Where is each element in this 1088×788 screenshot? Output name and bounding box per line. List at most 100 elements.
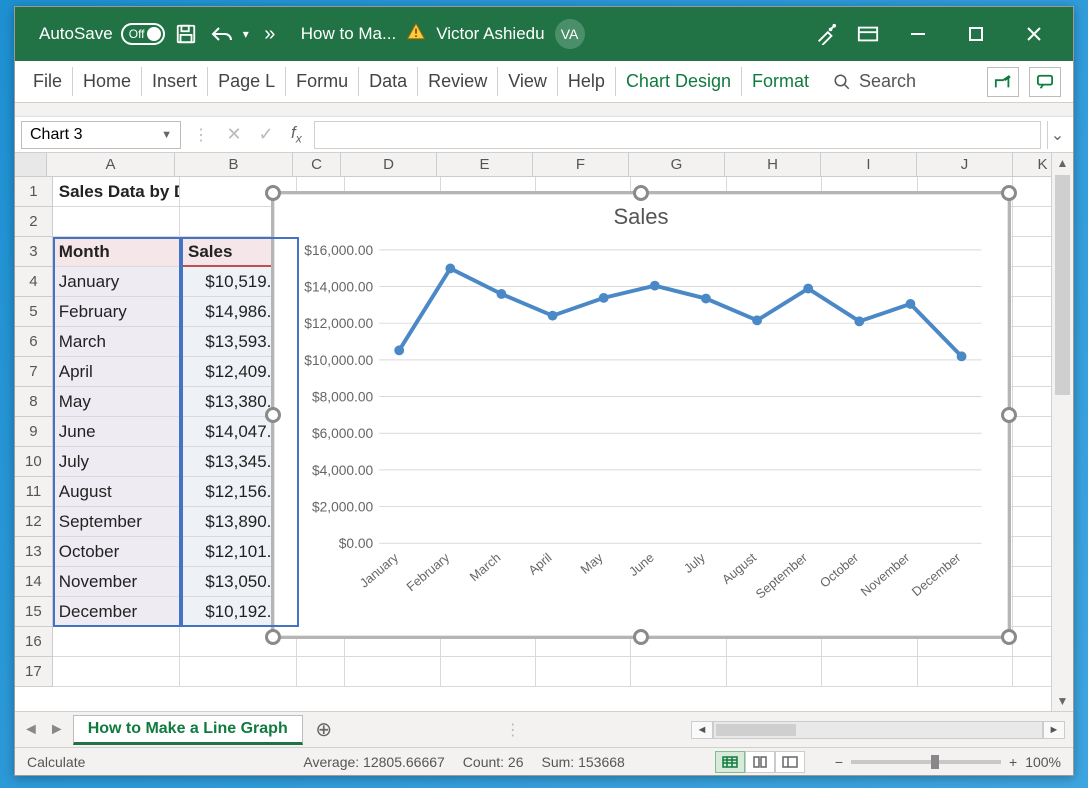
vertical-scrollbar[interactable]: ▲ ▼ bbox=[1051, 153, 1073, 711]
qat-overflow-icon[interactable]: » bbox=[255, 19, 285, 49]
vscroll-thumb[interactable] bbox=[1055, 175, 1070, 395]
row-header-9[interactable]: 9 bbox=[15, 417, 53, 447]
chart-handle-ml[interactable] bbox=[265, 407, 281, 423]
cell-A11[interactable]: August bbox=[53, 477, 180, 507]
row-header-5[interactable]: 5 bbox=[15, 297, 53, 327]
select-all-corner[interactable] bbox=[15, 153, 47, 176]
comments-button[interactable] bbox=[1029, 67, 1061, 97]
cell-A9[interactable]: June bbox=[53, 417, 180, 447]
view-page-break-button[interactable] bbox=[775, 751, 805, 773]
zoom-out-icon[interactable]: − bbox=[835, 754, 843, 770]
chart-handle-bl[interactable] bbox=[265, 629, 281, 645]
cell-F17[interactable] bbox=[536, 657, 631, 687]
chart-handle-tl[interactable] bbox=[265, 185, 281, 201]
tab-insert[interactable]: Insert bbox=[142, 61, 207, 102]
cell-A4[interactable]: January bbox=[53, 267, 180, 297]
close-button[interactable] bbox=[1011, 7, 1057, 61]
row-header-3[interactable]: 3 bbox=[15, 237, 53, 267]
user-avatar[interactable]: VA bbox=[555, 19, 585, 49]
hscroll-left-icon[interactable]: ◄ bbox=[691, 721, 713, 739]
zoom-control[interactable]: − + 100% bbox=[835, 754, 1061, 770]
cell-D17[interactable] bbox=[345, 657, 440, 687]
cell-A6[interactable]: March bbox=[53, 327, 180, 357]
tab-chart-design[interactable]: Chart Design bbox=[616, 61, 741, 102]
row-header-7[interactable]: 7 bbox=[15, 357, 53, 387]
fx-icon[interactable]: fx bbox=[285, 123, 308, 145]
scroll-down-icon[interactable]: ▼ bbox=[1052, 691, 1073, 711]
cell-B17[interactable] bbox=[180, 657, 297, 687]
chart-title[interactable]: Sales bbox=[274, 204, 1008, 230]
compatibility-warning-icon[interactable] bbox=[406, 22, 426, 47]
row-header-13[interactable]: 13 bbox=[15, 537, 53, 567]
row-header-14[interactable]: 14 bbox=[15, 567, 53, 597]
chart-object[interactable]: Sales $0.00$2,000.00$4,000.00$6,000.00$8… bbox=[271, 191, 1011, 639]
minimize-button[interactable] bbox=[895, 7, 941, 61]
undo-dropdown-caret[interactable]: ▾ bbox=[243, 27, 249, 41]
row-header-11[interactable]: 11 bbox=[15, 477, 53, 507]
save-icon[interactable] bbox=[171, 19, 201, 49]
tab-help[interactable]: Help bbox=[558, 61, 615, 102]
column-header-D[interactable]: D bbox=[341, 153, 437, 176]
cell-A3[interactable]: Month bbox=[53, 237, 180, 267]
row-header-6[interactable]: 6 bbox=[15, 327, 53, 357]
row-header-16[interactable]: 16 bbox=[15, 627, 53, 657]
cell-J17[interactable] bbox=[918, 657, 1013, 687]
share-button[interactable] bbox=[987, 67, 1019, 97]
cell-A5[interactable]: February bbox=[53, 297, 180, 327]
name-box-dropdown-icon[interactable]: ▼ bbox=[161, 129, 172, 141]
name-box[interactable]: Chart 3 ▼ bbox=[21, 121, 181, 149]
tab-review[interactable]: Review bbox=[418, 61, 497, 102]
tab-data[interactable]: Data bbox=[359, 61, 417, 102]
maximize-button[interactable] bbox=[953, 7, 999, 61]
hscroll-right-icon[interactable]: ► bbox=[1043, 721, 1065, 739]
cell-A17[interactable] bbox=[53, 657, 180, 687]
tell-me-search[interactable]: Search bbox=[833, 61, 916, 102]
chart-handle-tr[interactable] bbox=[1001, 185, 1017, 201]
sheet-nav[interactable]: ◄ ► bbox=[23, 721, 65, 739]
row-header-12[interactable]: 12 bbox=[15, 507, 53, 537]
coming-soon-icon[interactable] bbox=[811, 19, 841, 49]
chart-plot-area[interactable]: $0.00$2,000.00$4,000.00$6,000.00$8,000.0… bbox=[288, 240, 994, 622]
hscroll-track[interactable] bbox=[713, 721, 1043, 739]
view-page-layout-button[interactable] bbox=[745, 751, 775, 773]
horizontal-scrollbar[interactable]: ◄ ► bbox=[691, 721, 1065, 739]
cell-A2[interactable] bbox=[53, 207, 180, 237]
column-header-C[interactable]: C bbox=[293, 153, 341, 176]
cell-A1[interactable]: Sales Data by Date bbox=[53, 177, 180, 207]
cell-A7[interactable]: April bbox=[53, 357, 180, 387]
column-header-H[interactable]: H bbox=[725, 153, 821, 176]
column-header-G[interactable]: G bbox=[629, 153, 725, 176]
row-header-2[interactable]: 2 bbox=[15, 207, 53, 237]
chart-handle-br[interactable] bbox=[1001, 629, 1017, 645]
row-header-1[interactable]: 1 bbox=[15, 177, 53, 207]
tab-page-l[interactable]: Page L bbox=[208, 61, 285, 102]
zoom-in-icon[interactable]: + bbox=[1009, 754, 1017, 770]
cell-A16[interactable] bbox=[53, 627, 180, 657]
cell-A8[interactable]: May bbox=[53, 387, 180, 417]
column-header-A[interactable]: A bbox=[47, 153, 175, 176]
cell-G17[interactable] bbox=[631, 657, 726, 687]
autosave-control[interactable]: AutoSave Off bbox=[39, 23, 165, 45]
column-header-F[interactable]: F bbox=[533, 153, 629, 176]
sheet-prev-icon[interactable]: ◄ bbox=[23, 721, 39, 739]
cell-I17[interactable] bbox=[822, 657, 917, 687]
chart-handle-bc[interactable] bbox=[633, 629, 649, 645]
tab-formu[interactable]: Formu bbox=[286, 61, 358, 102]
hscroll-thumb[interactable] bbox=[716, 724, 796, 736]
tab-home[interactable]: Home bbox=[73, 61, 141, 102]
cell-H17[interactable] bbox=[727, 657, 822, 687]
sheet-next-icon[interactable]: ► bbox=[49, 721, 65, 739]
formula-bar-expand-icon[interactable]: ⌄ bbox=[1047, 121, 1067, 149]
cell-A13[interactable]: October bbox=[53, 537, 180, 567]
cells-area[interactable]: Sales $0.00$2,000.00$4,000.00$6,000.00$8… bbox=[15, 177, 1073, 687]
row-header-17[interactable]: 17 bbox=[15, 657, 53, 687]
zoom-knob[interactable] bbox=[931, 755, 939, 769]
cell-A14[interactable]: November bbox=[53, 567, 180, 597]
cell-A12[interactable]: September bbox=[53, 507, 180, 537]
chart-handle-tc[interactable] bbox=[633, 185, 649, 201]
tab-file[interactable]: File bbox=[15, 61, 72, 102]
cell-C17[interactable] bbox=[297, 657, 345, 687]
column-header-J[interactable]: J bbox=[917, 153, 1013, 176]
new-sheet-button[interactable]: ⊕ bbox=[311, 717, 337, 743]
autosave-toggle[interactable]: Off bbox=[121, 23, 165, 45]
